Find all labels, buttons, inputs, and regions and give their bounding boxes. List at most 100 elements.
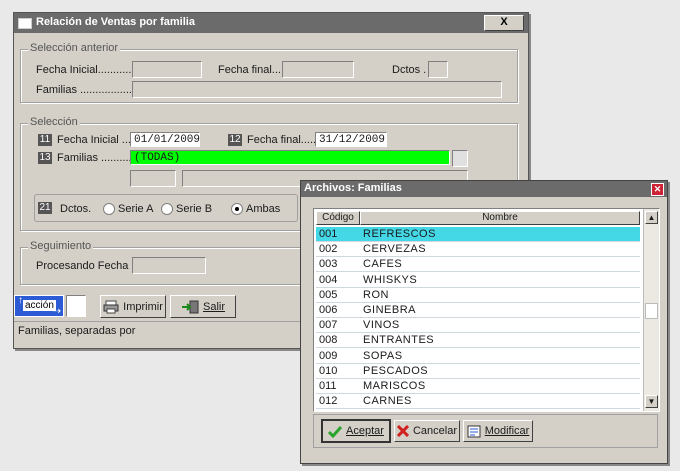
prev-familias-label: Familias .................... bbox=[36, 84, 142, 96]
main-title-bar: Relación de Ventas por familia X bbox=[14, 13, 528, 33]
dctos-number-badge: 21 bbox=[38, 202, 52, 214]
familias-lookup-button[interactable] bbox=[452, 150, 468, 167]
list-item-code: 002 bbox=[319, 243, 338, 256]
prev-fecha-inicial-label: Fecha Inicial............ bbox=[36, 64, 135, 76]
close-button[interactable]: X bbox=[484, 15, 524, 31]
cancelar-button[interactable]: Cancelar bbox=[394, 420, 460, 442]
familias-dialog: Archivos: Familias ✕ Código Nombre 001 RE… bbox=[300, 180, 668, 464]
cancel-x-icon bbox=[396, 425, 409, 437]
list-item-code: 006 bbox=[319, 304, 338, 316]
arrow-right-icon: ⇢ bbox=[52, 306, 61, 317]
familias-code-field bbox=[130, 170, 176, 187]
scroll-up-icon[interactable]: ▲ bbox=[645, 211, 658, 224]
status-text: Familias, separadas por bbox=[18, 325, 136, 337]
list-item[interactable]: 001 REFRESCOS bbox=[316, 227, 640, 242]
list-item-code: 008 bbox=[319, 334, 338, 347]
modificar-button[interactable]: Modificar bbox=[463, 420, 533, 442]
radio-serie-a[interactable] bbox=[103, 203, 115, 215]
list-item-code: 001 bbox=[319, 228, 338, 240]
familias-list[interactable]: Código Nombre 001 REFRESCOS 002 CERVEZAS 003… bbox=[313, 208, 660, 412]
list-item[interactable]: 003 CAFES bbox=[316, 257, 640, 273]
accion-label: acción bbox=[23, 300, 56, 311]
dialog-title: Archivos: Familias bbox=[304, 182, 402, 194]
list-item-name: GINEBRA bbox=[363, 304, 417, 316]
prev-fecha-final-label: Fecha final... bbox=[218, 64, 281, 76]
list-item[interactable]: 004 WHISKYS bbox=[316, 273, 640, 288]
list-item-code: 012 bbox=[319, 395, 338, 408]
column-header-nombre[interactable]: Nombre bbox=[360, 211, 640, 225]
exit-door-icon bbox=[181, 300, 199, 313]
list-item-name: REFRESCOS bbox=[363, 228, 436, 240]
familias-number-badge: 13 bbox=[38, 152, 52, 164]
list-item-code: 010 bbox=[319, 364, 338, 377]
cancelar-label: Cancelar bbox=[412, 425, 458, 437]
list-item[interactable]: 007 VINOS bbox=[316, 318, 640, 334]
fecha-final-label: Fecha final...... bbox=[247, 134, 320, 146]
radio-ambas-label: Ambas bbox=[246, 203, 281, 215]
list-item[interactable]: 008 ENTRANTES bbox=[316, 333, 640, 349]
familias-input[interactable]: (TODAS) bbox=[130, 150, 450, 165]
list-item-name: CERVEZAS bbox=[363, 243, 427, 256]
prev-dctos-label: Dctos . bbox=[392, 64, 427, 76]
radio-ambas[interactable] bbox=[231, 203, 243, 215]
scroll-down-icon[interactable]: ▼ bbox=[645, 395, 658, 408]
scroll-thumb[interactable] bbox=[645, 303, 658, 319]
imprimir-button[interactable]: Imprimir bbox=[100, 295, 166, 318]
seleccion-anterior-legend: Selección anterior bbox=[28, 42, 121, 54]
salir-button[interactable]: Salir bbox=[170, 295, 236, 318]
prev-fecha-inicial-field bbox=[132, 61, 202, 78]
seleccion-legend: Selección bbox=[28, 116, 80, 128]
column-header-codigo[interactable]: Código bbox=[316, 211, 360, 225]
dialog-title-bar: Archivos: Familias ✕ bbox=[301, 181, 667, 197]
aceptar-label: Aceptar bbox=[346, 425, 384, 437]
radio-serie-b[interactable] bbox=[161, 203, 173, 215]
familias-label: Familias .......... bbox=[57, 152, 132, 164]
procesando-fecha-label: Procesando Fecha bbox=[36, 260, 129, 272]
aceptar-button[interactable]: Aceptar bbox=[321, 419, 391, 443]
checkmark-icon bbox=[328, 425, 343, 438]
accion-input[interactable] bbox=[66, 295, 86, 317]
list-item-code: 004 bbox=[319, 273, 338, 286]
edit-form-icon bbox=[467, 425, 481, 437]
fecha-inicial-label: Fecha Inicial ... bbox=[57, 134, 131, 146]
list-item[interactable]: 009 SOPAS bbox=[316, 349, 640, 364]
list-item-name: VINOS bbox=[363, 319, 400, 332]
radio-serie-b-label: Serie B bbox=[176, 203, 213, 215]
imprimir-label: Imprimir bbox=[123, 300, 163, 313]
list-item[interactable]: 002 CERVEZAS bbox=[316, 242, 640, 258]
window-icon bbox=[18, 18, 32, 29]
list-item-name: MARISCOS bbox=[363, 380, 426, 392]
list-item-name: WHISKYS bbox=[363, 273, 418, 286]
list-item-name: SOPAS bbox=[363, 349, 403, 362]
list-item-code: 007 bbox=[319, 319, 338, 332]
fecha-inicial-input[interactable]: 01/01/2009 bbox=[130, 132, 200, 147]
list-item-code: 009 bbox=[319, 349, 338, 362]
list-item-code: 011 bbox=[319, 380, 337, 392]
prev-fecha-final-field bbox=[282, 61, 354, 78]
list-item-code: 003 bbox=[319, 258, 338, 271]
list-item[interactable]: 010 PESCADOS bbox=[316, 364, 640, 379]
list-item-name: ENTRANTES bbox=[363, 334, 435, 347]
printer-icon bbox=[103, 300, 119, 313]
fecha-final-input[interactable]: 31/12/2009 bbox=[315, 132, 387, 147]
list-item[interactable]: 012 CARNES bbox=[316, 394, 640, 410]
seguimiento-legend: Seguimiento bbox=[28, 240, 94, 252]
dctos-label: Dctos. bbox=[60, 203, 92, 215]
list-item[interactable]: 011 MARISCOS bbox=[316, 379, 640, 394]
list-item-name: RON bbox=[363, 288, 389, 301]
list-item-name: CARNES bbox=[363, 395, 412, 408]
vertical-scrollbar[interactable]: ▲ ▼ bbox=[643, 209, 659, 411]
procesando-fecha-field bbox=[132, 257, 206, 274]
row-separator bbox=[316, 408, 640, 410]
list-item[interactable]: 006 GINEBRA bbox=[316, 303, 640, 318]
list-item-code: 005 bbox=[319, 288, 338, 301]
fecha-final-number-badge: 12 bbox=[228, 134, 242, 146]
fecha-inicial-number-badge: 11 bbox=[38, 134, 52, 146]
dialog-close-icon[interactable]: ✕ bbox=[651, 183, 664, 196]
prev-familias-field bbox=[132, 81, 502, 98]
main-window-title: Relación de Ventas por familia bbox=[36, 16, 195, 28]
accion-button[interactable]: ↑ acción ⇢ bbox=[14, 295, 64, 317]
list-item[interactable]: 005 RON bbox=[316, 288, 640, 303]
salir-label: Salir bbox=[202, 300, 225, 313]
prev-dctos-field bbox=[428, 61, 448, 78]
